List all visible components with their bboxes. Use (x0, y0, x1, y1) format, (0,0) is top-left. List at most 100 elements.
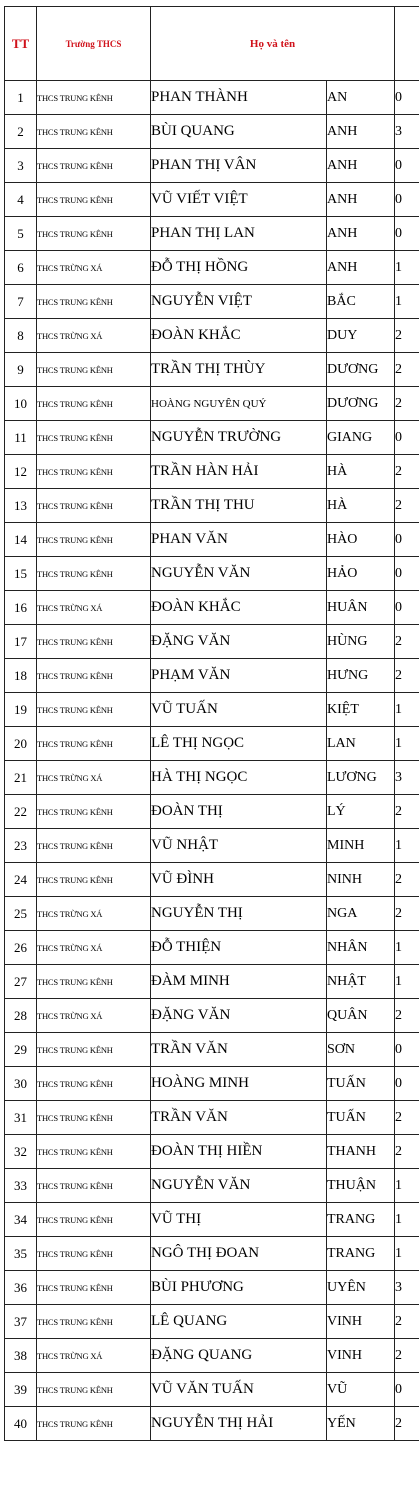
row-school: THCS TRUNG KÊNH (36, 828, 151, 863)
table-row: 37 THCS TRUNG KÊNH LÊ QUANG VINH 2 (4, 1304, 419, 1339)
row-school: THCS TRUNG KÊNH (36, 284, 151, 319)
row-extra-value: 1 (394, 726, 419, 761)
row-family-name: ĐOÀN KHẮC (150, 590, 327, 625)
row-extra-value: 1 (394, 1236, 419, 1271)
row-family-name: VŨ TUẤN (150, 692, 327, 727)
row-extra-value: 2 (394, 658, 419, 693)
row-family-name: HÀ THỊ NGỌC (150, 760, 327, 795)
row-extra-value: 2 (394, 998, 419, 1033)
table-row: 3 THCS TRUNG KÊNH PHAN THỊ VÂN ANH 0 (4, 148, 419, 183)
row-family-name: ĐẶNG QUANG (150, 1338, 327, 1373)
row-extra-value: 2 (394, 896, 419, 931)
header-extra (394, 6, 419, 81)
row-family-name: NGÔ THỊ ĐOAN (150, 1236, 327, 1271)
row-extra-value: 1 (394, 828, 419, 863)
row-school: THCS TRUNG KÊNH (36, 862, 151, 897)
row-extra-value: 3 (394, 114, 419, 149)
row-school: THCS TRỪNG XÁ (36, 998, 151, 1033)
table-row: 36 THCS TRUNG KÊNH BÙI PHƯƠNG UYÊN 3 (4, 1270, 419, 1305)
row-number: 32 (4, 1134, 37, 1169)
row-number: 27 (4, 964, 37, 999)
row-school: THCS TRUNG KÊNH (36, 352, 151, 387)
row-given-name: QUÂN (325, 998, 396, 1033)
table-row: 11 THCS TRUNG KÊNH NGUYỄN TRƯỜNG GIANG 0 (4, 420, 419, 455)
row-number: 28 (4, 998, 37, 1033)
row-extra-value: 3 (394, 760, 419, 795)
row-family-name: ĐỖ THIỆN (150, 930, 327, 965)
student-table: TT Trường THCS Họ và tên 1 THCS TRUNG KÊN… (4, 6, 419, 1441)
row-given-name: TUẤN (325, 1066, 396, 1101)
row-school: THCS TRUNG KÊNH (36, 1304, 151, 1339)
row-given-name: NHẬT (325, 964, 396, 999)
row-extra-value: 0 (394, 1032, 419, 1067)
row-school: THCS TRUNG KÊNH (36, 488, 151, 523)
row-extra-value: 2 (394, 352, 419, 387)
row-school: THCS TRUNG KÊNH (36, 794, 151, 829)
row-family-name: TRẦN VĂN (150, 1032, 327, 1067)
table-row: 23 THCS TRUNG KÊNH VŨ NHẬT MINH 1 (4, 828, 419, 863)
row-given-name: VINH (325, 1338, 396, 1373)
row-family-name: NGUYỄN VĂN (150, 1168, 327, 1203)
row-family-name: PHAN THỊ LAN (150, 216, 327, 251)
header-name: Họ và tên (149, 6, 396, 81)
row-school: THCS TRUNG KÊNH (36, 1236, 151, 1271)
row-given-name: LAN (325, 726, 396, 761)
row-family-name: VŨ NHẬT (150, 828, 327, 863)
table-row: 26 THCS TRỪNG XÁ ĐỖ THIỆN NHÂN 1 (4, 930, 419, 965)
row-number: 21 (4, 760, 37, 795)
row-extra-value: 0 (394, 420, 419, 455)
row-school: THCS TRUNG KÊNH (36, 182, 151, 217)
row-school: THCS TRUNG KÊNH (36, 1202, 151, 1237)
row-number: 15 (4, 556, 37, 591)
table-row: 9 THCS TRUNG KÊNH TRẦN THỊ THÙY DƯƠNG 2 (4, 352, 419, 387)
header-tt: TT (4, 6, 37, 81)
row-given-name: AN (325, 80, 396, 115)
row-family-name: VŨ ĐÌNH (150, 862, 327, 897)
row-family-name: PHẠM VĂN (150, 658, 327, 693)
row-extra-value: 2 (394, 1304, 419, 1339)
row-number: 30 (4, 1066, 37, 1101)
row-extra-value: 0 (394, 148, 419, 183)
row-number: 37 (4, 1304, 37, 1339)
table-row: 31 THCS TRUNG KÊNH TRẦN VĂN TUẤN 2 (4, 1100, 419, 1135)
row-family-name: NGUYỄN VĂN (150, 556, 327, 591)
row-extra-value: 0 (394, 590, 419, 625)
table-row: 10 THCS TRUNG KÊNH HOÀNG NGUYÊN QUÝ DƯƠNG 2 (4, 386, 419, 421)
table-row: 22 THCS TRUNG KÊNH ĐOÀN THỊ LÝ 2 (4, 794, 419, 829)
row-number: 29 (4, 1032, 37, 1067)
row-school: THCS TRUNG KÊNH (36, 692, 151, 727)
table-row: 5 THCS TRUNG KÊNH PHAN THỊ LAN ANH 0 (4, 216, 419, 251)
row-family-name: BÙI QUANG (150, 114, 327, 149)
row-extra-value: 0 (394, 556, 419, 591)
row-family-name: ĐẶNG VĂN (150, 998, 327, 1033)
row-number: 33 (4, 1168, 37, 1203)
table-row: 35 THCS TRUNG KÊNH NGÔ THỊ ĐOAN TRANG 1 (4, 1236, 419, 1271)
row-family-name: TRẦN THỊ THU (150, 488, 327, 523)
row-given-name: HƯNG (325, 658, 396, 693)
table-row: 13 THCS TRUNG KÊNH TRẦN THỊ THU HÀ 2 (4, 488, 419, 523)
row-family-name: NGUYỄN THỊ HẢI (150, 1406, 327, 1441)
header-school: Trường THCS (36, 6, 151, 81)
row-given-name: TUẤN (325, 1100, 396, 1135)
table-row: 28 THCS TRỪNG XÁ ĐẶNG VĂN QUÂN 2 (4, 998, 419, 1033)
row-school: THCS TRUNG KÊNH (36, 1168, 151, 1203)
table-row: 32 THCS TRUNG KÊNH ĐOÀN THỊ HIỀN THANH 2 (4, 1134, 419, 1169)
table-row: 30 THCS TRUNG KÊNH HOÀNG MINH TUẤN 0 (4, 1066, 419, 1101)
row-given-name: ANH (325, 148, 396, 183)
header-row: TT Trường THCS Họ và tên (4, 6, 419, 81)
table-row: 20 THCS TRUNG KÊNH LÊ THỊ NGỌC LAN 1 (4, 726, 419, 761)
row-family-name: PHAN THÀNH (150, 80, 327, 115)
row-given-name: BẮC (325, 284, 396, 319)
row-given-name: NGA (325, 896, 396, 931)
table-row: 15 THCS TRUNG KÊNH NGUYỄN VĂN HẢO 0 (4, 556, 419, 591)
row-extra-value: 2 (394, 624, 419, 659)
row-family-name: NGUYỄN TRƯỜNG (150, 420, 327, 455)
row-number: 24 (4, 862, 37, 897)
table-row: 21 THCS TRỪNG XÁ HÀ THỊ NGỌC LƯƠNG 3 (4, 760, 419, 795)
row-number: 17 (4, 624, 37, 659)
table-row: 14 THCS TRUNG KÊNH PHAN VĂN HÀO 0 (4, 522, 419, 557)
row-family-name: BÙI PHƯƠNG (150, 1270, 327, 1305)
row-school: THCS TRUNG KÊNH (36, 1100, 151, 1135)
row-extra-value: 2 (394, 1134, 419, 1169)
row-given-name: HÀ (325, 454, 396, 489)
